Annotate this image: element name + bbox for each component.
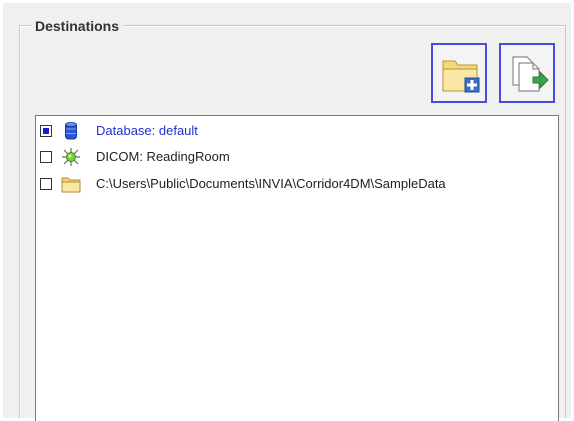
dicom-node-icon bbox=[60, 147, 82, 167]
list-item-folder[interactable]: C:\Users\Public\Documents\INVIA\Corridor… bbox=[40, 173, 446, 195]
folder-path-label: C:\Users\Public\Documents\INVIA\Corridor… bbox=[96, 176, 446, 191]
folder-checkbox[interactable] bbox=[40, 178, 52, 190]
list-item-database[interactable]: Database: default bbox=[40, 120, 198, 142]
destinations-panel: Destinations Database: default DICOM: Re… bbox=[3, 3, 571, 421]
database-icon bbox=[60, 121, 82, 141]
dicom-label: DICOM: ReadingRoom bbox=[96, 149, 230, 164]
destinations-title: Destinations bbox=[31, 17, 124, 35]
list-item-dicom[interactable]: DICOM: ReadingRoom bbox=[40, 146, 230, 168]
copy-to-destination-button[interactable] bbox=[499, 43, 555, 103]
database-label: Database: default bbox=[96, 123, 198, 138]
dicom-checkbox[interactable] bbox=[40, 151, 52, 163]
database-checkbox[interactable] bbox=[40, 125, 52, 137]
add-folder-icon bbox=[442, 60, 480, 93]
folder-icon bbox=[60, 174, 82, 194]
copy-to-icon bbox=[512, 56, 549, 92]
add-folder-destination-button[interactable] bbox=[431, 43, 487, 103]
destinations-list[interactable]: Database: default DICOM: ReadingRoom C:\… bbox=[35, 115, 559, 421]
